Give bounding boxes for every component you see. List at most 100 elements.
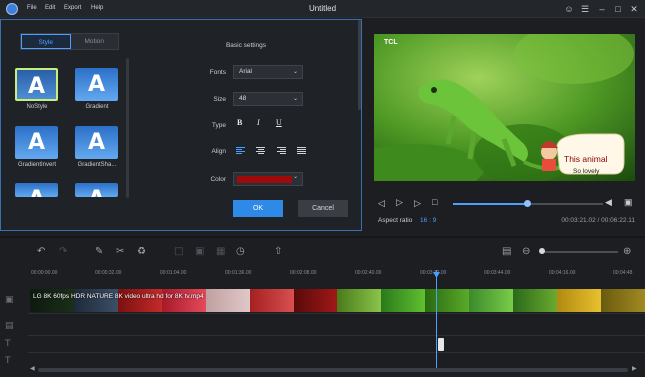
clip-thumb <box>381 289 426 312</box>
delete-icon[interactable]: ♻ <box>137 246 146 257</box>
tab-style[interactable]: Style <box>21 34 71 49</box>
align-label: Align <box>211 148 226 155</box>
seek-handle[interactable] <box>523 200 531 207</box>
menu-icon[interactable]: ☰ <box>578 2 592 16</box>
track-divider <box>28 335 645 336</box>
style-tile-5[interactable]: A <box>15 183 58 197</box>
fit-icon[interactable]: ▤ <box>502 246 511 257</box>
size-value: 48 <box>239 95 247 102</box>
style-tile-gradient[interactable]: A <box>75 68 118 101</box>
tick-label: 00:02:08.00 <box>290 270 317 276</box>
text-clip-marker[interactable] <box>438 338 444 351</box>
timeline-scrollbar[interactable] <box>38 368 628 372</box>
style-label-gradient: Gradient <box>85 104 109 110</box>
snapshot-icon[interactable]: ▣ <box>624 197 633 208</box>
zoom-handle[interactable] <box>539 248 545 254</box>
settings-title: Basic settings <box>225 42 267 49</box>
zoom-out-icon[interactable]: ⊖ <box>522 246 530 257</box>
style-list-scrollbar[interactable] <box>126 58 129 198</box>
type-label: Type <box>211 122 226 129</box>
track-divider <box>28 313 645 314</box>
tick-label: 00:03:12.00 <box>420 270 447 276</box>
close-icon[interactable]: ✕ <box>627 2 641 16</box>
play-icon[interactable]: ▷ <box>396 197 403 208</box>
italic-button[interactable]: I <box>257 118 260 127</box>
minimize-icon[interactable]: – <box>595 2 609 16</box>
clip-thumb <box>600 289 645 312</box>
align-left-icon[interactable] <box>236 147 245 155</box>
scroll-left-icon[interactable]: ◀ <box>30 365 35 372</box>
seek-progress <box>453 203 527 205</box>
clip-thumb <box>337 289 382 312</box>
style-tile-nostyle[interactable]: A <box>15 68 58 101</box>
clip-thumb <box>425 289 470 312</box>
underline-button[interactable]: U <box>276 118 282 127</box>
fonts-label: Fonts <box>209 69 226 76</box>
tick-label: 00:01:36.00 <box>225 270 252 276</box>
bold-button[interactable]: B <box>237 118 242 127</box>
tick-label: 00:04:48 <box>613 270 633 276</box>
previous-frame-icon[interactable]: ◁ <box>378 198 385 209</box>
export-icon[interactable]: ⇧ <box>274 246 282 257</box>
music-track-icon: T <box>5 356 11 366</box>
scroll-right-icon[interactable]: ▶ <box>632 365 637 372</box>
seek-bar[interactable] <box>453 200 603 207</box>
timecode: 00:03:21.02 / 00:06:22.11 <box>561 217 635 224</box>
style-label-gradientshadow: GradientSha... <box>77 162 117 168</box>
zoom-slider[interactable] <box>542 251 618 253</box>
font-select[interactable]: Arial ⌄ <box>233 65 303 79</box>
cancel-button[interactable]: Cancel <box>298 200 348 217</box>
clip-label: LG 8K 60fps HDR NATURE 8K video ultra hd… <box>33 293 204 300</box>
chevron-down-icon: ⌄ <box>292 96 298 102</box>
next-frame-icon[interactable]: ▷ <box>414 198 421 209</box>
color-select[interactable]: ⌄ <box>233 172 303 186</box>
aspect-ratio-value[interactable]: 16 : 9 <box>420 217 436 224</box>
chevron-down-icon: ⌄ <box>292 174 298 180</box>
crop-icon: □ <box>174 246 184 257</box>
size-label: Size <box>213 96 226 103</box>
clip-thumb <box>249 289 294 312</box>
style-tile-6[interactable]: A <box>75 183 118 197</box>
caption-line2[interactable]: So lovely <box>573 168 599 175</box>
style-tabs: Style Motion <box>20 33 119 50</box>
maximize-icon[interactable]: □ <box>611 2 625 16</box>
rotate-icon: ▣ <box>195 246 205 257</box>
redo-icon: ↷ <box>59 246 68 257</box>
stop-icon[interactable]: □ <box>432 197 437 207</box>
text-style-panel: Style Motion A NoStyle A Gradient A Grad… <box>0 19 362 231</box>
volume-icon[interactable]: ◀ <box>605 197 612 208</box>
cut-icon[interactable]: ✂ <box>116 246 124 257</box>
undo-icon[interactable]: ↶ <box>37 246 45 257</box>
caption-line1[interactable]: This animal <box>564 154 607 164</box>
zoom-in-icon[interactable]: ⊕ <box>623 246 631 257</box>
clip-thumb <box>513 289 558 312</box>
clip-thumb <box>557 289 601 312</box>
playhead[interactable] <box>436 270 437 370</box>
overlay-track-icon: ▤ <box>5 321 14 331</box>
align-center-icon[interactable] <box>256 147 265 155</box>
edit-icon[interactable]: ✎ <box>95 246 103 257</box>
settings-scrollbar[interactable] <box>358 20 361 110</box>
style-tile-gradientshadow[interactable]: A <box>75 126 118 159</box>
color-label: Color <box>210 176 226 183</box>
speed-icon[interactable]: ◷ <box>236 246 245 257</box>
tick-label: 00:03:44.00 <box>484 270 511 276</box>
clip-thumb <box>469 289 514 312</box>
align-justify-icon[interactable] <box>297 147 306 155</box>
style-tile-gradientinvert[interactable]: A <box>15 126 58 159</box>
text-track-icon: T <box>5 339 11 349</box>
clip-thumb <box>205 289 250 312</box>
font-value: Arial <box>239 68 253 75</box>
video-preview[interactable]: TCL This animal So lovely <box>374 34 635 181</box>
mosaic-icon: ▦ <box>216 246 226 257</box>
timeline-ruler[interactable] <box>0 266 645 286</box>
size-select[interactable]: 48 ⌄ <box>233 92 303 106</box>
ok-button[interactable]: OK <box>233 200 283 217</box>
align-right-icon[interactable] <box>277 147 286 155</box>
tab-motion[interactable]: Motion <box>70 34 118 49</box>
account-icon[interactable]: ☺ <box>562 2 576 16</box>
tick-label: 00:04:16.00 <box>549 270 576 276</box>
tick-label: 00:00:00.00 <box>31 270 58 276</box>
title-bar: File Edit Export Help Untitled ☺ ☰ – □ ✕ <box>0 0 645 18</box>
video-track-icon: ▣ <box>5 295 14 305</box>
